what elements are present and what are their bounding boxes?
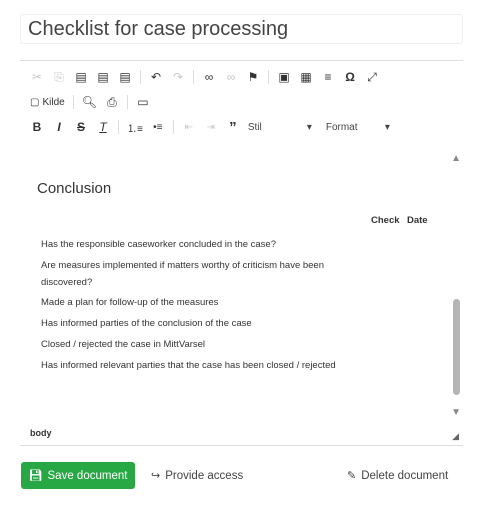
floppy-disk-icon: 💾︎ [28,470,43,482]
italic-icon[interactable]: I [52,119,66,135]
bulleted-list-icon[interactable]: •≡ [151,119,165,135]
section-heading: Conclusion [37,180,112,197]
save-document-label: Save document [47,469,128,482]
column-header-check: Check [371,215,400,226]
strikethrough-icon[interactable]: S [74,119,88,135]
paste-word-icon[interactable]: ▤ [118,69,132,85]
horizontal-line-icon[interactable]: ≡ [321,69,335,85]
chevron-down-icon: ▾ [384,121,390,133]
checklist-row[interactable]: Made a plan for follow-up of the measure… [41,294,366,311]
checklist-row[interactable]: Has the responsible caseworker concluded… [41,236,366,253]
redo-icon[interactable]: ↷ [171,69,185,85]
templates-icon[interactable]: ▭ [136,94,150,110]
table-icon[interactable]: ▦ [299,69,313,85]
bold-icon[interactable]: B [30,119,44,135]
source-button[interactable]: ▢ Kilde [30,94,65,110]
undo-icon[interactable]: ↶ [149,69,163,85]
source-label: Kilde [42,96,65,108]
indent-icon[interactable]: ⇥ [204,119,218,135]
provide-access-label: Provide access [165,469,244,482]
anchor-icon[interactable]: ⚑ [246,69,260,85]
chevron-down-icon: ▾ [306,121,312,133]
print-icon[interactable]: ⎙ [105,94,119,110]
share-arrow-icon: ↪ [151,470,161,482]
toolbar-separator [193,70,194,84]
toolbar-row-1: ✂ ⎘ ▤ ▤ ▤ ↶ ↷ ∞ ∞ ⚑ ▣ ▦ ≡ Ω ⤢ [30,67,387,87]
toolbar-separator [126,95,128,109]
toolbar-row-2: ▢ Kilde 🔍︎ ⎙ ▭ [30,92,158,112]
checklist-row[interactable]: Has informed relevant parties that the c… [41,357,366,374]
rich-text-editor[interactable]: ✂ ⎘ ▤ ▤ ▤ ↶ ↷ ∞ ∞ ⚑ ▣ ▦ ≡ Ω ⤢ ▢ Kilde 🔍︎… [20,60,463,446]
toolbar-separator [268,70,269,84]
provide-access-button[interactable]: ↪ Provide access [151,462,243,489]
link-icon[interactable]: ∞ [202,69,216,85]
element-path[interactable]: body [30,428,52,438]
checklist-row[interactable]: Has informed parties of the conclusion o… [41,315,366,332]
numbered-list-icon[interactable]: ⒈≡ [127,119,143,135]
save-document-button[interactable]: 💾︎ Save document [21,462,135,489]
toolbar-row-3: B I S T ⒈≡ •≡ ⇤ ⇥ ” Stil ▾ Format ▾ [30,117,404,137]
special-char-icon[interactable]: Ω [343,69,357,85]
toolbar-separator [72,95,74,109]
scroll-up-arrow[interactable]: ▲ [451,153,461,164]
blockquote-icon[interactable]: ” [226,119,240,136]
cut-icon[interactable]: ✂ [30,69,44,85]
editor-content[interactable]: ▲ ▼ Conclusion Check Date Has the respon… [20,149,463,424]
remove-format-icon[interactable]: T [96,119,110,135]
format-label: Format [325,121,358,133]
unlink-icon[interactable]: ∞ [224,69,238,85]
document-title: Checklist for case processing [28,18,289,40]
column-header-date: Date [407,215,428,226]
eraser-icon: ✎ [347,470,357,482]
delete-document-label: Delete document [361,469,449,482]
preview-icon[interactable]: 🔍︎ [82,94,97,110]
paste-icon[interactable]: ▤ [74,69,88,85]
paste-text-icon[interactable]: ▤ [96,69,110,85]
scrollbar-thumb[interactable] [453,299,460,395]
maximize-icon[interactable]: ⤢ [365,69,379,85]
outdent-icon[interactable]: ⇤ [182,119,196,135]
checklist-row[interactable]: Are measures implemented if matters wort… [41,257,366,291]
styles-dropdown[interactable]: Stil ▾ [248,122,312,133]
format-dropdown[interactable]: Format ▾ [326,122,390,133]
toolbar-separator [118,120,119,134]
copy-icon[interactable]: ⎘ [52,69,66,85]
toolbar-separator [172,120,174,134]
toolbar-separator [140,70,141,84]
delete-document-button[interactable]: ✎ Delete document [347,462,448,489]
source-icon: ▢ [30,96,40,108]
scroll-down-arrow[interactable]: ▼ [451,407,461,418]
document-title-field[interactable]: Checklist for case processing [20,14,463,44]
checklist-row[interactable]: Closed / rejected the case in MittVarsel [41,336,366,353]
styles-label: Stil [247,121,262,133]
resize-handle-icon[interactable]: ◢ [452,431,459,442]
image-icon[interactable]: ▣ [277,69,291,85]
